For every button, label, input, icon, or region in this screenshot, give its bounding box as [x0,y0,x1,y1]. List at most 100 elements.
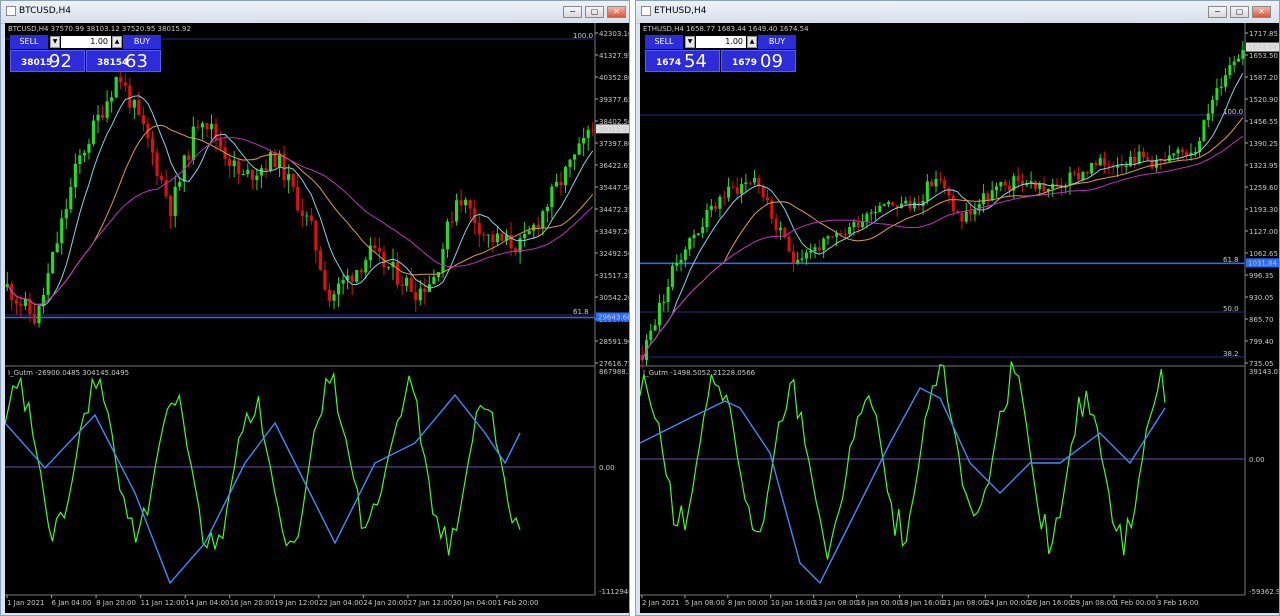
lot-down-arrow-icon[interactable]: ▼ [50,36,60,48]
price-axis-label: 33497.20 [599,228,629,236]
candle-body [291,173,295,187]
candle-body [1051,183,1055,189]
time-axis-label: 11 Jan 12:00 [141,599,185,607]
ask-price-box[interactable]: 1679 09 [721,50,796,72]
candle-body [550,186,554,207]
candle-body [554,181,559,187]
price-axis-label: 1717.85 [1249,30,1278,38]
current-price-label: 38015.92 [598,125,629,133]
candle-body [696,233,700,235]
lot-down-arrow-icon[interactable]: ▼ [685,36,695,48]
candle-body [23,298,28,306]
close-button[interactable]: ✕ [607,6,626,18]
lot-size-input[interactable]: 1.00 [696,36,746,48]
time-axis-label: 14 Jan 04:00 [185,599,229,607]
candle-body [64,209,68,219]
sell-button[interactable]: SELL [10,35,48,49]
candle-body [688,238,692,250]
fibo-level-label: 61.8 [573,308,589,316]
price-axis-label: 1520.90 [1249,96,1278,104]
minimize-button[interactable]: − [1208,6,1227,18]
candle-body [264,168,268,170]
candle-body [1016,176,1020,181]
time-axis-label: 16 Jan 00:00 [857,599,901,607]
candle-body [523,234,527,239]
buy-button[interactable]: BUY [758,35,796,49]
bid-price-box[interactable]: 1674 54 [645,50,720,72]
candle-body [1172,153,1176,156]
candle-body [1185,152,1189,156]
candle-body [744,182,748,185]
moving-average-fast [641,72,1244,361]
candle-body [73,163,77,188]
candle-body [925,181,929,201]
price-axis-label: 27616.75 [599,360,629,368]
lot-up-arrow-icon[interactable]: ▲ [112,36,122,48]
candle-body [934,178,938,187]
close-button[interactable]: ✕ [1252,6,1271,18]
time-axis-label: 1 Jan 2021 [7,599,45,607]
price-axis-label: 799.40 [1249,338,1274,346]
price-axis-label: 1259.60 [1249,184,1278,192]
restore-button[interactable]: ▢ [1230,6,1249,18]
candle-body [982,193,986,205]
ask-price-box[interactable]: 38154 63 [86,50,161,72]
hline-price-label: 29643.68 [598,313,629,321]
candle-body [990,190,994,201]
window-titlebar[interactable]: BTCUSD,H4 − ▢ ✕ [1,1,629,24]
lot-up-arrow-icon[interactable]: ▲ [747,36,757,48]
candle-body [882,204,886,206]
candle-body [670,265,674,287]
minimize-button[interactable]: − [563,6,582,18]
candle-body [178,181,182,187]
price-axis-label: 996.35 [1249,272,1274,280]
candle-body [1038,184,1042,189]
candle-body [200,123,205,128]
candle-body [861,221,865,228]
candle-body [155,152,159,177]
candle-body [1077,172,1081,180]
candle-body [1237,58,1241,62]
candle-body [405,277,409,286]
candle-body [856,221,860,228]
moving-average-slow [641,135,1244,361]
candle-body [237,160,241,175]
bid-price-box[interactable]: 38015 92 [10,50,85,72]
window-titlebar[interactable]: ETHUSD,H4 − ▢ ✕ [636,1,1279,24]
candle-body [246,169,250,174]
candle-body [1107,165,1111,167]
candle-body [865,213,869,222]
candle-body [296,186,300,211]
candle-body [930,181,934,187]
btc-chart-canvas[interactable]: BTCUSD,H4 37570.99 38103.12 37520.95 380… [5,23,629,613]
candle-body [232,160,236,167]
candle-body [796,259,800,263]
candle-body [32,314,37,324]
candle-body [536,224,540,228]
candle-body [722,196,726,198]
candle-body [228,158,232,167]
candle-body [441,249,445,273]
chart-window-icon [6,6,16,16]
candle-body [55,243,59,253]
price-axis-label: 1323.95 [1249,162,1278,170]
btc-chart-area[interactable]: BTCUSD,H4 37570.99 38103.12 37520.95 380… [5,23,629,613]
candle-body [843,234,847,236]
window-title: BTCUSD,H4 [19,6,72,16]
lot-size-input[interactable]: 1.00 [61,36,111,48]
price-axis-label: 34472.35 [599,206,629,214]
sell-button[interactable]: SELL [645,35,683,49]
buy-button[interactable]: BUY [123,35,161,49]
candle-body [731,186,735,188]
time-axis-label: 29 Jan 08:00 [1071,599,1115,607]
eth-chart-area[interactable]: ETHUSD,H4 1658.77 1683.44 1649.40 1674.5… [640,23,1279,613]
candle-body [355,270,359,282]
restore-button[interactable]: ▢ [585,6,604,18]
candle-body [765,197,769,201]
btc-chart-window: BTCUSD,H4 − ▢ ✕ BTCUSD,H4 37570.99 38103… [0,0,630,616]
candle-body [495,233,500,243]
candle-body [500,233,504,241]
candle-body [454,200,459,222]
candle-body [1215,88,1219,100]
eth-chart-canvas[interactable]: ETHUSD,H4 1658.77 1683.44 1649.40 1674.5… [640,23,1279,613]
